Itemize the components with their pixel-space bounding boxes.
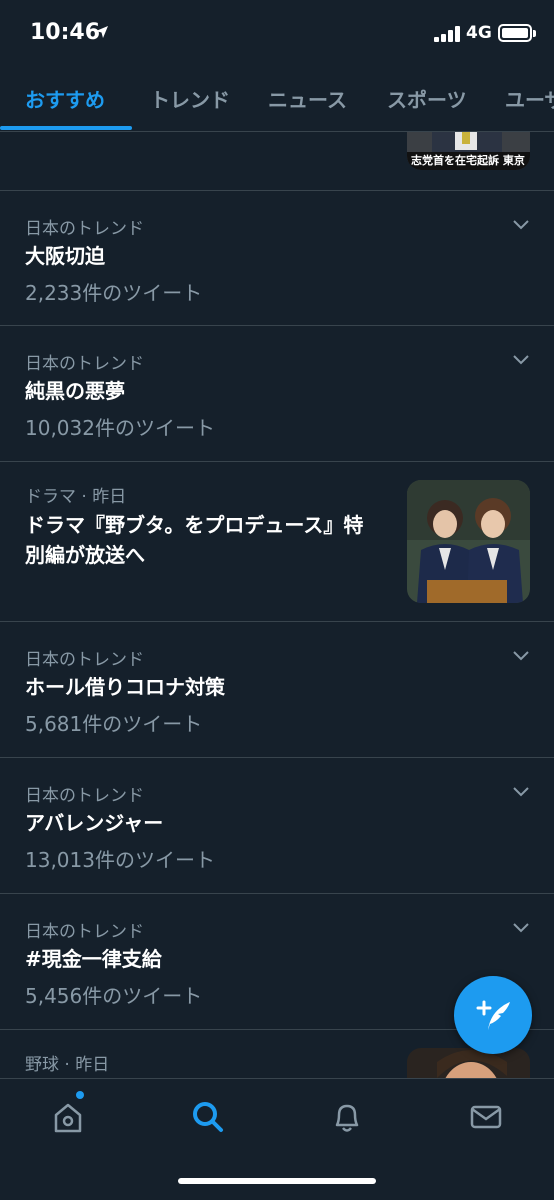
trend-context: 日本のトレンド	[25, 786, 144, 806]
new-content-dot	[76, 1091, 84, 1099]
status-time: 10:46	[30, 20, 101, 45]
news-context: 野球 · 昨日	[25, 1055, 110, 1075]
compose-tweet-button[interactable]	[454, 976, 532, 1054]
chevron-down-icon[interactable]	[512, 650, 530, 662]
news-thumb-caption: 志党首を在宅起訴 東京	[411, 154, 525, 167]
chevron-down-icon[interactable]	[512, 354, 530, 366]
explore-feed: 志党首を在宅起訴 東京 日本のトレンド 大阪切迫 2,233件のツイート 日本の…	[0, 132, 554, 1078]
trend-item[interactable]: 日本のトレンド アバレンジャー 13,013件のツイート	[0, 758, 554, 894]
explore-screen: 10:46 4G おすすめ トレンド ニュース スポーツ ユーザー	[0, 0, 554, 1200]
tab-news[interactable]: ニュース	[268, 84, 347, 113]
nav-home[interactable]	[48, 1091, 88, 1137]
tweet-count: 5,681件のツイート	[25, 712, 203, 736]
bell-icon	[335, 1104, 359, 1132]
trend-item[interactable]: 日本のトレンド 大阪切迫 2,233件のツイート	[0, 191, 554, 326]
explore-tabs: おすすめ トレンド ニュース スポーツ ユーザー	[0, 66, 554, 132]
nav-messages[interactable]	[466, 1097, 506, 1137]
news-thumbnail: 志党首を在宅起訴 東京	[407, 132, 530, 170]
news-item[interactable]: 志党首を在宅起訴 東京	[0, 132, 554, 191]
status-bar: 10:46 4G	[0, 0, 554, 66]
battery-icon	[498, 24, 536, 42]
nav-notifications[interactable]	[327, 1097, 367, 1137]
trend-context: 日本のトレンド	[25, 650, 144, 670]
signal-icon	[434, 26, 462, 42]
chevron-down-icon[interactable]	[512, 786, 530, 798]
network-label: 4G	[466, 23, 492, 43]
compose-tweet-icon	[476, 1000, 510, 1030]
mail-icon	[470, 1105, 502, 1129]
tab-recommended[interactable]: おすすめ	[25, 84, 105, 113]
news-image-icon	[407, 1048, 530, 1078]
trend-context: 日本のトレンド	[25, 354, 144, 374]
tab-users[interactable]: ユーザー	[505, 84, 554, 113]
news-thumbnail	[407, 480, 530, 603]
active-tab-indicator	[0, 126, 132, 130]
trend-context: 日本のトレンド	[25, 922, 144, 942]
trend-item[interactable]: 日本のトレンド ホール借りコロナ対策 5,681件のツイート	[0, 622, 554, 758]
news-context: ドラマ · 昨日	[25, 487, 127, 507]
trend-title: #現金一律支給	[25, 947, 162, 971]
home-indicator[interactable]	[178, 1178, 376, 1184]
trend-title: ホール借りコロナ対策	[25, 675, 225, 699]
trend-title: 大阪切迫	[25, 244, 105, 268]
trend-title: 純黒の悪夢	[25, 379, 125, 403]
trend-item[interactable]: 日本のトレンド 純黒の悪夢 10,032件のツイート	[0, 326, 554, 462]
nav-search[interactable]	[188, 1097, 228, 1137]
news-image-icon	[407, 480, 530, 603]
location-arrow-icon	[96, 26, 108, 38]
tweet-count: 13,013件のツイート	[25, 848, 215, 872]
tweet-count: 5,456件のツイート	[25, 984, 203, 1008]
home-icon	[54, 1103, 82, 1133]
trend-title: アバレンジャー	[25, 811, 164, 835]
search-icon	[193, 1102, 223, 1132]
tweet-count: 2,233件のツイート	[25, 281, 203, 305]
tweet-count: 10,032件のツイート	[25, 416, 215, 440]
news-thumbnail	[407, 1048, 530, 1078]
news-item[interactable]: ドラマ · 昨日 ドラマ『野ブタ。をプロデュース』特 別編が放送へ	[0, 462, 554, 622]
chevron-down-icon[interactable]	[512, 219, 530, 231]
tab-trends[interactable]: トレンド	[150, 84, 230, 113]
tab-sports[interactable]: スポーツ	[387, 84, 467, 113]
news-title-line2: 別編が放送へ	[25, 543, 145, 567]
chevron-down-icon[interactable]	[512, 922, 530, 934]
news-title-line1: ドラマ『野ブタ。をプロデュース』特	[25, 513, 364, 537]
trend-context: 日本のトレンド	[25, 219, 144, 239]
